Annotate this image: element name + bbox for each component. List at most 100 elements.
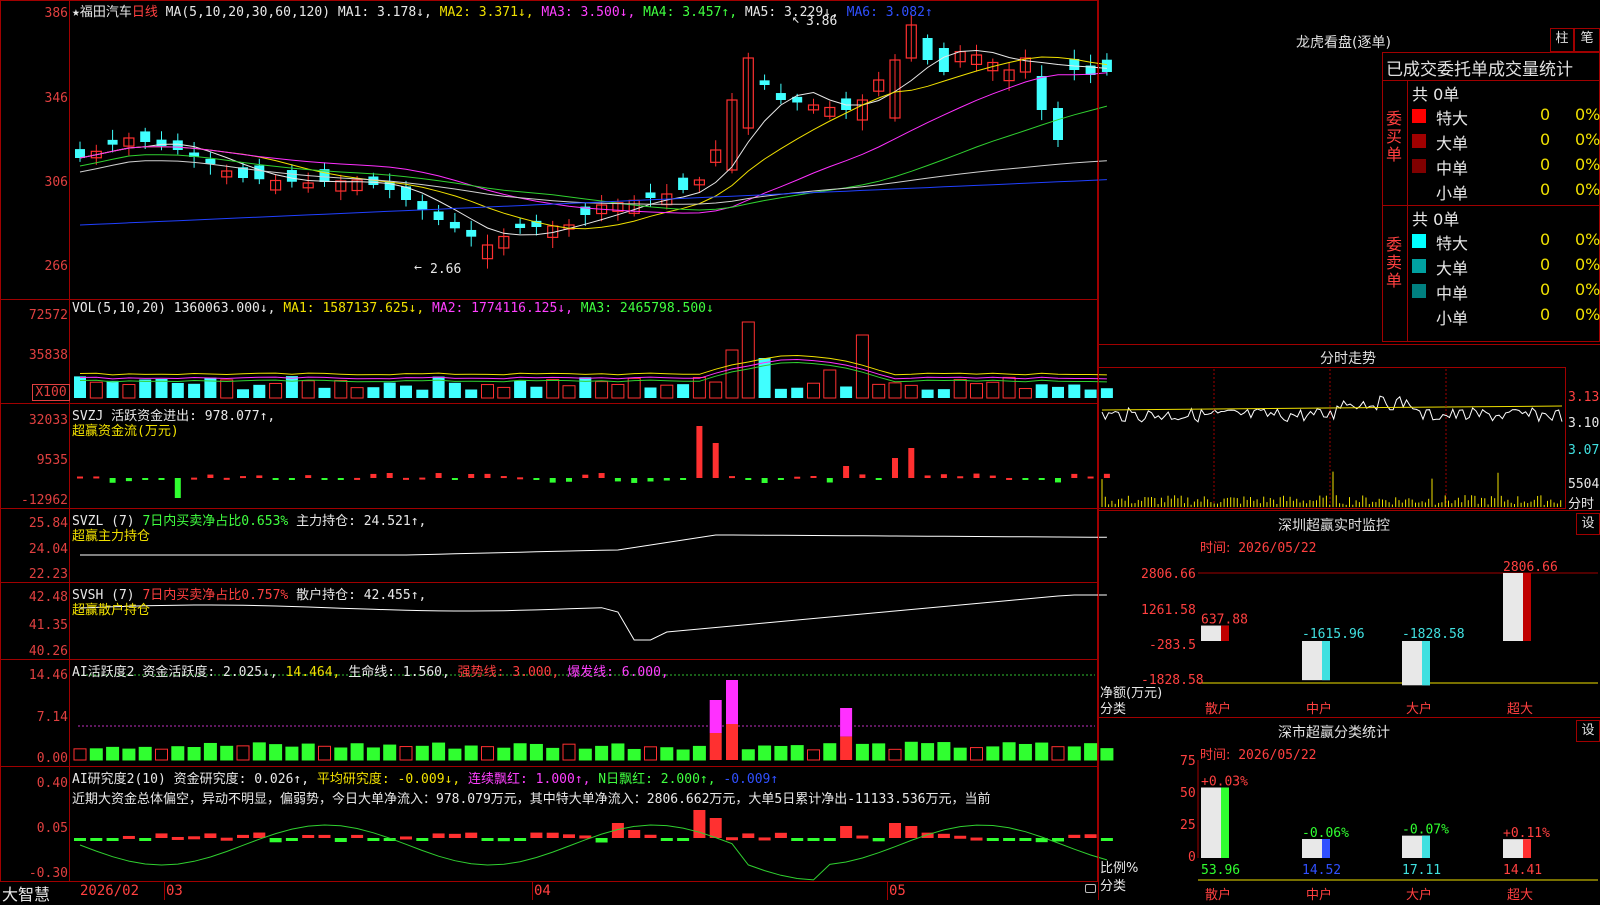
ai-active-header: AI活跃度2 资金活跃度: 2.025↓, 14.464, 生命线: 1.560… xyxy=(72,661,669,680)
szc-left-label-top: 比例% xyxy=(1100,861,1139,876)
sell-swatch-3 xyxy=(1412,309,1426,323)
buy-swatch-3 xyxy=(1412,184,1426,198)
volume-ma2-line xyxy=(79,358,1107,380)
ai-research-bar xyxy=(416,838,429,841)
sz-class-settings-button[interactable]: 设 xyxy=(1576,720,1600,742)
buy-swatch-2 xyxy=(1412,159,1426,173)
ai-research-bar xyxy=(709,818,722,838)
sz-monitor-time-label: 时间: xyxy=(1200,541,1231,556)
svzj-bar xyxy=(419,477,426,480)
svzj-bar xyxy=(109,478,116,483)
volume-bar-up xyxy=(481,384,494,399)
svzj-bar xyxy=(158,478,165,480)
svzj-ytick-2: -12962 xyxy=(21,493,68,508)
intraday-chart-box[interactable] xyxy=(1098,367,1566,509)
volume-bar-up xyxy=(807,382,820,399)
candle-body-down xyxy=(645,192,656,198)
volume-bar-up xyxy=(872,383,886,399)
ai-active-bar-bottom xyxy=(726,724,738,760)
volume-bar-down xyxy=(139,379,152,398)
szc-ylabel-3: 0 xyxy=(1188,850,1196,865)
ai-research-bar xyxy=(1052,838,1064,842)
vol-ma1: MA1: 1587137.625↓, xyxy=(283,301,425,316)
sz_monitor-cat-3: 超大 xyxy=(1507,702,1534,717)
svzj-bar xyxy=(598,473,605,478)
lock-icon[interactable] xyxy=(1085,884,1096,893)
ai-research-bar xyxy=(74,838,86,841)
svzj-bar xyxy=(566,478,572,482)
time-sep-3 xyxy=(887,882,888,900)
volume-bar-up xyxy=(334,380,348,399)
sz-monitor-settings-button[interactable]: 设 xyxy=(1576,513,1600,535)
volume-bar-up xyxy=(562,385,576,399)
sz_class-cat-3: 超大 xyxy=(1507,888,1534,903)
volume-bar-down xyxy=(400,385,412,398)
ai-research-bar xyxy=(595,838,608,843)
ai-research-bar xyxy=(334,838,347,842)
buy-row-pct: 0% xyxy=(1575,105,1600,124)
ai-active-bar xyxy=(611,743,625,761)
candle-body-down xyxy=(449,221,460,229)
ai-active-bar xyxy=(269,744,283,761)
szc-ylabel-1: 50 xyxy=(1180,786,1196,801)
ai-research-bar xyxy=(823,838,836,841)
volume-bar-up xyxy=(904,384,918,399)
ai-active-bar xyxy=(464,745,478,761)
svzj-bar xyxy=(451,478,458,480)
ai-research-line xyxy=(79,824,1108,881)
sz_monitor-cat-0: 散户 xyxy=(1205,702,1232,717)
candle-body-down xyxy=(254,165,265,180)
svzj-bar xyxy=(1006,477,1013,480)
ai-research-bar xyxy=(758,837,771,841)
candle-body-down xyxy=(417,201,428,210)
candle-body-down xyxy=(286,170,297,182)
svzj-bar xyxy=(647,478,654,482)
ai-active-bar xyxy=(203,742,217,761)
tick-mode-button[interactable]: 笔 xyxy=(1574,28,1600,52)
volume-bar-up xyxy=(1018,388,1032,399)
ai-research-bar xyxy=(644,834,657,838)
ai-active-bar xyxy=(1002,742,1016,761)
vol-ytick-2: X100 xyxy=(32,384,70,401)
ai-active-bar xyxy=(89,748,103,761)
ai-research-bar xyxy=(1019,838,1032,841)
volume-bar-down xyxy=(579,377,592,398)
volume-bar-down xyxy=(677,384,690,398)
volume-bar-up xyxy=(611,383,625,399)
ai-research-bar xyxy=(791,838,804,841)
ai-research-bar xyxy=(106,838,119,841)
svzj-bar xyxy=(77,476,83,479)
volume-bar-up xyxy=(220,379,234,399)
ai-active-bar xyxy=(595,745,609,761)
ai-active-prefix: AI活跃度2 xyxy=(72,665,135,680)
svzj-bar xyxy=(174,478,181,498)
ai-research-bar xyxy=(937,833,950,838)
svzj-bar xyxy=(875,478,882,480)
buy-swatch-0 xyxy=(1412,109,1426,123)
period-label[interactable]: 日线 xyxy=(132,5,158,20)
candle-body-down xyxy=(75,149,85,158)
volume-bar-down xyxy=(74,376,86,398)
ai-active-life: 生命线: 1.560, xyxy=(348,665,450,680)
svzj-bar xyxy=(680,478,687,480)
ai-active-bar xyxy=(562,743,576,761)
time-sep-2 xyxy=(532,882,533,900)
intraday-divider-top xyxy=(1098,344,1600,345)
volume-bar-down xyxy=(237,389,249,398)
column-mode-button[interactable]: 柱 xyxy=(1550,28,1574,52)
buy-row-label: 小单 xyxy=(1436,184,1469,203)
svzj-bar xyxy=(1038,478,1045,480)
svzj-bar xyxy=(386,473,393,478)
ai-active-burst: 爆发线: 6.000, xyxy=(567,665,669,680)
volume-bar-down xyxy=(253,384,266,398)
ai-active-bar xyxy=(741,749,755,761)
volume-bar-up xyxy=(970,383,983,399)
volume-bar-up xyxy=(660,384,674,399)
sz-class-time: 时间: 2026/05/22 xyxy=(1200,744,1317,763)
price-ytick-1: 346 xyxy=(44,91,68,106)
dragon-tiger-tabs[interactable]: 已成交委托单成交量统计 xyxy=(1386,55,1598,80)
ai-active-bar-bottom xyxy=(709,733,722,760)
volume-bar-up xyxy=(692,376,706,399)
volume-bar-down xyxy=(1084,389,1097,398)
svzj-bar xyxy=(207,474,214,478)
